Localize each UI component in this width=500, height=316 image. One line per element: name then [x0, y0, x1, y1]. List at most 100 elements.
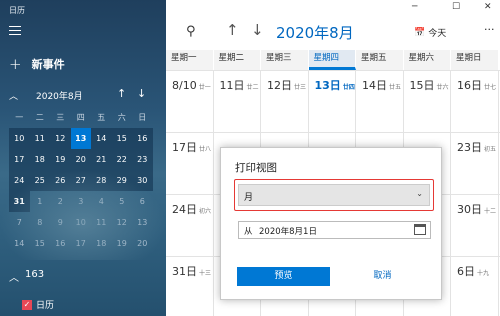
mini-weekday-label: 日 [138, 113, 147, 122]
mini-calendar-day[interactable]: 24 [9, 170, 30, 191]
mini-calendar-grid: 一二三四五六日 10 11 12 13 14 15 16 17 18 19 20 21 22 23 24 25 2… [9, 107, 153, 254]
mini-calendar-day[interactable]: 1 [30, 191, 51, 212]
mini-calendar-day[interactable]: 22 [111, 149, 132, 170]
mini-calendar-day[interactable]: 17 [9, 149, 30, 170]
mini-calendar-day[interactable]: 6 [132, 191, 153, 212]
new-event-button[interactable]: + 新事件 [9, 56, 65, 72]
collapse-caret-icon: ︿ [9, 273, 19, 284]
mini-calendar-day[interactable]: 29 [111, 170, 132, 191]
plus-icon: + [9, 55, 22, 73]
more-options-icon[interactable]: ··· [484, 23, 495, 36]
preview-button[interactable]: 预览 [237, 267, 330, 286]
day-cell[interactable]: 24日 初六 [166, 195, 214, 257]
mini-weekday-label: 六 [117, 113, 126, 122]
mini-calendar-day[interactable]: 10 [71, 212, 92, 233]
mini-calendar-day[interactable]: 13 [132, 212, 153, 233]
month-title[interactable]: 2020年8月 [276, 22, 354, 43]
mini-calendar-day[interactable]: 27 [70, 170, 91, 191]
day-cell[interactable]: 11日 廿二 [214, 71, 261, 133]
mini-calendar-day[interactable]: 11 [29, 128, 50, 149]
mini-calendar-day[interactable]: 20 [132, 233, 153, 254]
mini-calendar-day[interactable]: 13 [70, 128, 91, 149]
day-cell[interactable]: 14日 廿五 [356, 71, 404, 133]
new-event-label: 新事件 [31, 58, 65, 71]
weekday-header: 星期二 [213, 50, 261, 70]
view-dropdown[interactable]: 月 ⌄ [238, 184, 430, 206]
today-button[interactable]: 📅 今天 [414, 26, 446, 40]
previous-arrow-icon[interactable]: ↑ [226, 21, 239, 39]
day-number: 15日 [409, 79, 435, 92]
accounts-toggle[interactable]: ︿ 163 [9, 269, 44, 284]
mini-calendar-day[interactable]: 15 [30, 233, 51, 254]
weekday-header: 星期六 [403, 50, 451, 70]
week-row: 8/10 廿一 11日 廿二 12日 廿三 13日 廿四 14日 廿五 15日 廿六 16日 廿七 [166, 70, 500, 133]
mini-calendar-day[interactable]: 11 [91, 212, 112, 233]
day-number: 14日 [362, 79, 387, 92]
day-cell[interactable]: 23日 初五 [451, 133, 499, 195]
weekday-header: 星期日 [451, 50, 499, 70]
mini-calendar-day[interactable]: 16 [132, 128, 153, 149]
mini-calendar-day[interactable]: 18 [29, 149, 50, 170]
mini-calendar-day[interactable]: 23 [132, 149, 153, 170]
mini-calendar-day[interactable]: 26 [50, 170, 71, 191]
mini-calendar-day[interactable]: 20 [70, 149, 91, 170]
calendar-icon[interactable] [414, 224, 426, 235]
day-number: 23日 [457, 141, 482, 154]
mini-calendar-day[interactable]: 8 [30, 212, 51, 233]
from-label: 从 [244, 227, 253, 237]
checkbox-checked-icon[interactable]: ✓ [22, 299, 32, 310]
day-cell[interactable]: 13日 廿四 [309, 71, 356, 133]
day-cell[interactable]: 12日 廿三 [261, 71, 309, 133]
minimize-icon[interactable]: ─ [412, 2, 417, 12]
mini-calendar-day[interactable]: 10 [9, 128, 30, 149]
mini-calendar-day[interactable]: 14 [91, 128, 112, 149]
mini-calendar-month[interactable]: 2020年8月 [36, 89, 83, 102]
mini-calendar-day[interactable]: 25 [29, 170, 50, 191]
hamburger-menu-icon[interactable] [9, 26, 21, 36]
sidebar: 日历 + 新事件 ︿ 2020年8月 ↑ ↓ 一二三四五六日 10 11 12 13 14… [0, 0, 166, 316]
mini-calendar-day[interactable]: 17 [71, 233, 92, 254]
lunar-date: 初五 [484, 146, 497, 153]
mini-calendar-day[interactable]: 30 [132, 170, 153, 191]
chevron-down-icon: ⌄ [416, 189, 423, 198]
close-icon[interactable]: ✕ [484, 2, 492, 12]
day-cell[interactable]: 31日 十三 [166, 257, 214, 316]
mini-calendar-day[interactable]: 7 [9, 212, 30, 233]
mini-calendar-day[interactable]: 19 [50, 149, 71, 170]
day-cell[interactable]: 6日 十九 [451, 257, 499, 316]
maximize-icon[interactable]: ☐ [452, 2, 460, 12]
day-cell[interactable]: 17日 廿八 [166, 133, 214, 195]
from-date-picker[interactable]: 从 2020年8月1日 [238, 221, 431, 239]
mini-calendar-day[interactable]: 18 [91, 233, 112, 254]
mini-weekday-label: 四 [76, 113, 85, 122]
mini-calendar-day[interactable]: 16 [50, 233, 71, 254]
day-cell[interactable]: 16日 廿七 [451, 71, 499, 133]
day-cell[interactable]: 30日 十二 [451, 195, 499, 257]
mini-calendar-day[interactable]: 19 [112, 233, 133, 254]
mini-calendar-day[interactable]: 2 [50, 191, 71, 212]
next-arrow-icon[interactable]: ↓ [251, 21, 264, 39]
lunar-date: 廿一 [198, 84, 211, 91]
search-icon[interactable]: ⚲ [186, 24, 196, 39]
mini-calendar-day[interactable]: 12 [112, 212, 133, 233]
mini-calendar-day[interactable]: 14 [9, 233, 30, 254]
lunar-date: 廿七 [484, 84, 497, 91]
day-cell[interactable]: 15日 廿六 [404, 71, 451, 133]
mini-calendar-day[interactable]: 28 [91, 170, 112, 191]
next-month-arrow-icon[interactable]: ↓ [137, 87, 146, 100]
accounts-count: 163 [25, 269, 45, 280]
collapse-caret-icon[interactable]: ︿ [9, 89, 18, 102]
mini-calendar-day[interactable]: 12 [50, 128, 71, 149]
cancel-button[interactable]: 取消 [336, 267, 429, 286]
mini-calendar-day[interactable]: 21 [91, 149, 112, 170]
mini-calendar-day[interactable]: 9 [50, 212, 71, 233]
day-cell[interactable]: 8/10 廿一 [166, 71, 214, 133]
mini-calendar-day[interactable]: 3 [71, 191, 92, 212]
calendar-list-item[interactable]: ✓ 日历 [22, 298, 54, 311]
mini-calendar-day[interactable]: 31 [9, 191, 30, 212]
previous-month-arrow-icon[interactable]: ↑ [117, 87, 126, 100]
calendar-today-icon: 📅 [414, 27, 426, 38]
mini-calendar-day[interactable]: 4 [91, 191, 112, 212]
mini-calendar-day[interactable]: 15 [111, 128, 132, 149]
mini-calendar-day[interactable]: 5 [112, 191, 133, 212]
